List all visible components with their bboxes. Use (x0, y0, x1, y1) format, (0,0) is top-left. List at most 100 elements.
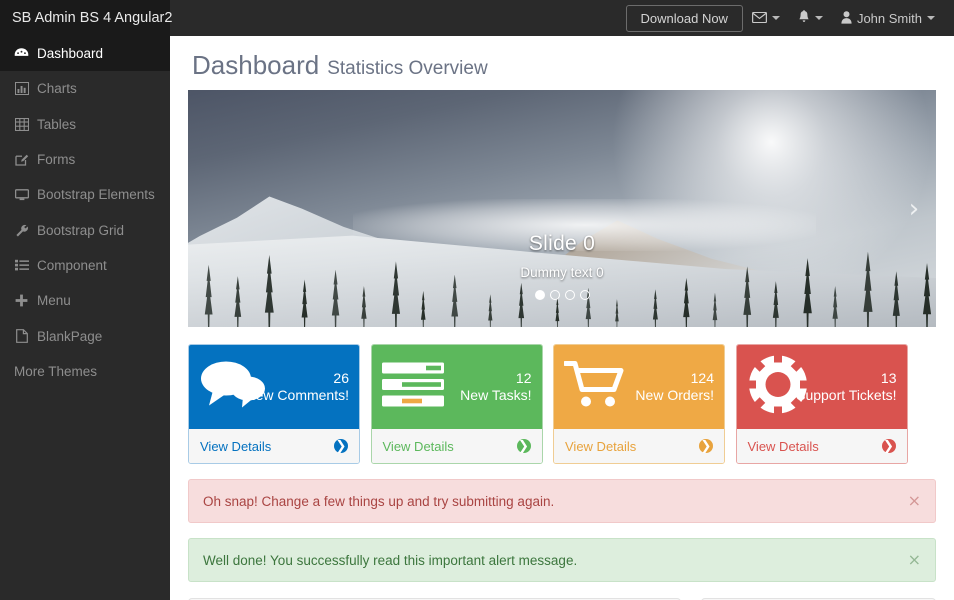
arrow-circle-right-icon: ❯ (881, 438, 896, 454)
stat-card-label: New Tasks! (460, 387, 532, 403)
image-carousel[interactable]: ‹ › Slide 0 Dummy text 0 (188, 90, 936, 327)
sidebar-item-label: Bootstrap Elements (37, 187, 155, 203)
sidebar-item-menu[interactable]: Menu (0, 283, 170, 318)
list-icon (14, 259, 29, 271)
top-navbar: SB Admin BS 4 Angular2 Download Now John… (0, 0, 954, 36)
stat-card-body: 26 New Comments! (189, 345, 359, 429)
sidebar-item-label: More Themes (14, 363, 98, 379)
stat-card-figures: 124 New Orders! (635, 370, 714, 403)
stat-card-new-comments[interactable]: 26 New Comments! View Details ❯ (188, 344, 360, 464)
user-name-label: John Smith (856, 10, 922, 26)
carousel-indicator-3[interactable] (579, 290, 590, 301)
download-now-button[interactable]: Download Now (625, 4, 743, 32)
carousel-slide-text: Dummy text 0 (520, 265, 604, 281)
alerts-region: Oh snap! Change a few things up and try … (188, 479, 936, 582)
carousel-caption: Slide 0 Dummy text 0 (188, 232, 936, 301)
table-icon (14, 117, 29, 131)
wrench-icon (14, 224, 29, 237)
stat-card-figures: 13 Support Tickets! (796, 370, 896, 403)
stat-card-count: 26 (333, 370, 349, 387)
carousel-indicator-0[interactable] (534, 290, 545, 301)
close-icon[interactable]: × (898, 493, 921, 509)
sidebar-item-charts[interactable]: Charts (0, 71, 170, 106)
view-details-label: View Details (565, 438, 637, 454)
stat-card-count: 13 (880, 370, 897, 387)
user-menu-dropdown[interactable]: John Smith (832, 0, 944, 36)
stat-card-body: 13 Support Tickets! (736, 345, 907, 429)
sidebar-item-component[interactable]: Component (0, 248, 170, 283)
alert-success: Well done! You successfully read this im… (188, 538, 936, 582)
sidebar-item-label: Forms (37, 152, 76, 168)
page-title-subtitle: Statistics Overview (327, 58, 488, 79)
sidebar-item-label: BlankPage (37, 328, 103, 344)
carousel-next-button[interactable]: › (892, 90, 936, 327)
stat-card-figures: 12 New Tasks! (460, 370, 531, 403)
chevron-down-icon (814, 16, 823, 20)
stat-card-body: 12 New Tasks! (371, 345, 542, 429)
stat-card-figures: 26 New Comments! (246, 370, 349, 403)
view-details-label: View Details (747, 438, 819, 454)
sidebar-item-blankpage[interactable]: BlankPage (0, 318, 170, 353)
sidebar-item-more-themes[interactable]: More Themes (0, 354, 170, 389)
stat-card-view-details-link[interactable]: View Details ❯ (736, 429, 907, 463)
stat-card-body: 124 New Orders! (554, 345, 724, 429)
sidebar-item-label: Charts (37, 81, 77, 97)
view-details-label: View Details (200, 438, 272, 454)
sidebar-item-forms[interactable]: Forms (0, 142, 170, 177)
stat-card-support-tickets[interactable]: 13 Support Tickets! View Details ❯ (735, 344, 908, 464)
close-icon[interactable]: × (898, 552, 921, 568)
carousel-indicators[interactable] (188, 290, 936, 301)
sidebar-item-bootstrap-elements[interactable]: Bootstrap Elements (0, 177, 170, 212)
tasks-icon (381, 361, 444, 414)
sidebar-item-bootstrap-grid[interactable]: Bootstrap Grid (0, 212, 170, 247)
tree-silhouette (555, 297, 560, 327)
sidebar-item-label: Menu (37, 293, 71, 309)
stat-card-label: Support Tickets! (796, 387, 897, 403)
arrow-circle-right-icon: ❯ (699, 438, 713, 454)
sidebar-item-label: Tables (37, 116, 77, 132)
carousel-indicator-2[interactable] (564, 290, 575, 301)
page-title-main: Dashboard (192, 50, 320, 80)
stat-card-count: 124 (690, 370, 714, 387)
edit-icon (14, 153, 29, 166)
view-details-label: View Details (382, 438, 454, 454)
stat-card-label: New Comments! (245, 387, 349, 403)
alert-message: Oh snap! Change a few things up and try … (203, 493, 555, 509)
user-icon (841, 10, 852, 26)
page-title: Dashboard Statistics Overview (188, 36, 936, 90)
bell-icon (798, 10, 810, 26)
carousel-indicator-1[interactable] (549, 290, 560, 301)
navbar-right-group: Download Now John Smith (625, 0, 954, 36)
file-icon (14, 329, 29, 343)
sidebar-item-label: Bootstrap Grid (37, 222, 125, 238)
stat-card-new-tasks[interactable]: 12 New Tasks! View Details ❯ (370, 344, 543, 464)
alert-message: Well done! You successfully read this im… (203, 552, 578, 568)
stat-card-label: New Orders! (635, 387, 714, 403)
stat-card-count: 12 (515, 370, 532, 387)
shopping-cart-icon (562, 360, 626, 415)
main-content: Dashboard Statistics Overview ‹ › Slide … (170, 36, 954, 600)
alerts-dropdown[interactable] (789, 0, 832, 36)
sidebar-item-label: Component (37, 257, 107, 273)
plus-icon (14, 294, 29, 307)
alert-danger: Oh snap! Change a few things up and try … (188, 479, 936, 523)
dashboard-icon (14, 47, 29, 60)
arrow-circle-right-icon: ❯ (516, 438, 531, 454)
bar-chart-icon (14, 82, 29, 96)
arrow-circle-right-icon: ❯ (334, 438, 348, 454)
chevron-down-icon (771, 16, 780, 20)
brand-title[interactable]: SB Admin BS 4 Angular2 (0, 0, 172, 36)
sidebar-item-dashboard[interactable]: Dashboard (0, 36, 170, 72)
envelope-icon (751, 11, 767, 25)
stat-cards-row: 26 New Comments! View Details ❯ 12 New Tasks!… (188, 344, 936, 464)
stat-card-view-details-link[interactable]: View Details ❯ (371, 429, 542, 463)
stat-card-view-details-link[interactable]: View Details ❯ (554, 429, 724, 463)
stat-card-new-orders[interactable]: 124 New Orders! View Details ❯ (553, 344, 725, 464)
sidebar-item-tables[interactable]: Tables (0, 107, 170, 142)
sidebar-item-label: Dashboard (37, 46, 104, 62)
sidebar-nav: Dashboard Charts Tables Forms Bootstrap Elem… (0, 36, 170, 600)
desktop-icon (14, 188, 29, 201)
tree-silhouette (615, 299, 619, 327)
stat-card-view-details-link[interactable]: View Details ❯ (189, 429, 359, 463)
messages-dropdown[interactable] (743, 0, 789, 36)
